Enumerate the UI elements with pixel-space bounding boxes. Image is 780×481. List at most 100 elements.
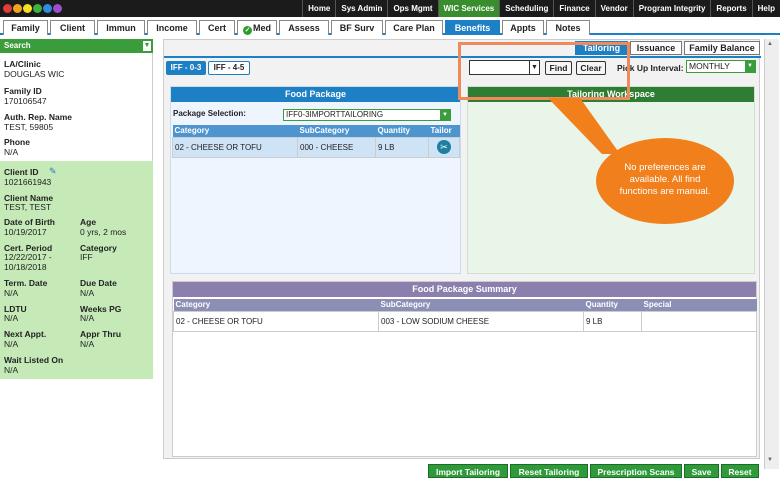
sidebar-search[interactable]: Search ▼ [0, 39, 153, 53]
row-tailor: ✂ [428, 136, 460, 158]
topnav-wic-services[interactable]: WIC Services [437, 0, 500, 17]
age-label: Age [80, 217, 97, 227]
callout-text: No preferences are available. All find f… [619, 162, 711, 197]
tab-med-label: Med [253, 23, 271, 33]
reset-button[interactable]: Reset [721, 464, 759, 478]
row-quantity: 9 LB [583, 310, 642, 332]
col-quantity: Quantity [583, 299, 642, 311]
summary-title: Food Package Summary [173, 282, 756, 297]
scroll-down-icon[interactable]: ▼ [767, 457, 773, 463]
la-clinic-value: DOUGLAS WIC [4, 69, 65, 79]
col-category: Category [172, 125, 298, 137]
phone-label: Phone [4, 137, 30, 147]
age-value: 0 yrs, 2 mos [80, 227, 127, 237]
weeks-pg-value: N/A [80, 313, 95, 323]
tab-bf-surv[interactable]: BF Surv [331, 20, 383, 35]
cert-period-end: 10/18/2018 [4, 262, 47, 272]
edit-pencil-icon[interactable]: ✎ [49, 166, 57, 177]
checkmark-icon: ✓ [243, 26, 252, 35]
col-special: Special [641, 299, 757, 311]
col-quantity: Quantity [375, 125, 429, 137]
tab-family[interactable]: Family [3, 20, 48, 35]
tab-notes[interactable]: Notes [546, 20, 590, 35]
import-tailoring-button[interactable]: Import Tailoring [428, 464, 508, 478]
app-logo [3, 1, 65, 16]
next-appt-label: Next Appt. [4, 329, 47, 339]
due-date-label: Due Date [80, 278, 117, 288]
package-selection-value: IFF0-3IMPORTTAILORING [286, 110, 384, 119]
package-selection-select[interactable]: IFF0-3IMPORTTAILORING ▼ [283, 109, 451, 121]
callout-pointer [548, 98, 620, 154]
top-nav-menu: Home Sys Admin Ops Mgmt WIC Services Sch… [302, 0, 780, 17]
ldtu-value: N/A [4, 313, 19, 323]
tab-iff-0-3[interactable]: IFF - 0-3 [166, 61, 206, 75]
topnav-sys-admin[interactable]: Sys Admin [335, 0, 387, 17]
tab-assess[interactable]: Assess [279, 20, 329, 35]
row-subcategory: 000 - CHEESE [297, 136, 376, 158]
dob-value: 10/19/2017 [4, 227, 47, 237]
chevron-down-icon: ▼ [745, 61, 755, 72]
prescription-scans-button[interactable]: Prescription Scans [590, 464, 682, 478]
due-date-value: N/A [80, 288, 95, 298]
tab-appts[interactable]: Appts [502, 20, 544, 35]
client-id-value: 1021661943 [4, 177, 52, 187]
tab-family-balance[interactable]: Family Balance [684, 41, 760, 55]
tab-med[interactable]: ✓ Med [237, 20, 277, 35]
tab-care-plan[interactable]: Care Plan [385, 20, 443, 35]
term-date-label: Term. Date [4, 278, 48, 288]
col-subcategory: SubCategory [378, 299, 584, 311]
food-package-panel: Food Package Package Selection: IFF0-3IM… [170, 86, 461, 274]
table-header-row: Category SubCategory Quantity Tailor [172, 125, 460, 137]
food-package-title: Food Package [171, 87, 460, 102]
phone-value: N/A [4, 147, 19, 157]
topnav-help[interactable]: Help [751, 0, 780, 17]
topnav-ops-mgmt[interactable]: Ops Mgmt [387, 0, 437, 17]
cert-period-start: 12/22/2017 - [4, 252, 52, 262]
callout-highlight-box [458, 42, 630, 100]
table-row[interactable]: 02 - CHEESE OR TOFU 000 - CHEESE 9 LB ✂ [172, 136, 460, 158]
wait-listed-label: Wait Listed On [4, 355, 64, 365]
chevron-down-icon[interactable]: ▼ [143, 41, 151, 51]
food-package-summary-panel: Food Package Summary Category SubCategor… [172, 281, 757, 457]
package-selection-label: Package Selection: [173, 109, 246, 118]
reset-tailoring-button[interactable]: Reset Tailoring [510, 464, 588, 478]
topnav-vendor[interactable]: Vendor [594, 0, 633, 17]
topnav-finance[interactable]: Finance [553, 0, 594, 17]
dob-label: Date of Birth [4, 217, 55, 227]
pickup-interval-select[interactable]: MONTHLY ▼ [686, 60, 756, 73]
vertical-scrollbar[interactable]: ▲ ▼ [764, 39, 779, 469]
food-package-table: Category SubCategory Quantity Tailor 02 … [172, 125, 460, 158]
tab-income[interactable]: Income [147, 20, 197, 35]
appr-thru-value: N/A [80, 339, 95, 349]
topnav-scheduling[interactable]: Scheduling [499, 0, 553, 17]
chevron-down-icon: ▼ [440, 110, 450, 120]
scroll-up-icon[interactable]: ▲ [767, 41, 773, 47]
tab-issuance[interactable]: Issuance [630, 41, 682, 55]
wait-listed-value: N/A [4, 365, 19, 375]
benefits-main-area: Tailoring Issuance Family Balance IFF - … [163, 39, 761, 459]
table-row[interactable]: 02 - CHEESE OR TOFU 003 - LOW SODIUM CHE… [173, 310, 757, 332]
row-category: 02 - CHEESE OR TOFU [172, 136, 298, 158]
tab-client[interactable]: Client [50, 20, 95, 35]
family-id-value: 170106547 [4, 96, 47, 106]
row-quantity: 9 LB [375, 136, 429, 158]
family-id-label: Family ID [4, 86, 42, 96]
tab-immun[interactable]: Immun [97, 20, 145, 35]
pickup-interval-value: MONTHLY [689, 61, 730, 71]
tab-iff-4-5[interactable]: IFF - 4-5 [208, 61, 250, 75]
topnav-reports[interactable]: Reports [710, 0, 751, 17]
callout-bubble: No preferences are available. All find f… [596, 138, 734, 224]
col-subcategory: SubCategory [297, 125, 376, 137]
row-category: 02 - CHEESE OR TOFU [173, 310, 379, 332]
la-clinic-label: LA/Clinic [4, 59, 41, 69]
tab-benefits[interactable]: Benefits [445, 20, 500, 35]
scissors-icon[interactable]: ✂ [437, 140, 451, 154]
save-button[interactable]: Save [684, 464, 719, 478]
client-sidebar: Search ▼ LA/Clinic DOUGLAS WIC Family ID … [0, 39, 153, 379]
tab-cert[interactable]: Cert [199, 20, 235, 35]
col-tailor: Tailor [428, 125, 460, 137]
topnav-program-integrity[interactable]: Program Integrity [632, 0, 711, 17]
summary-table: Category SubCategory Quantity Special 02… [173, 299, 757, 332]
category-value: IFF [80, 252, 93, 262]
topnav-home[interactable]: Home [302, 0, 335, 17]
